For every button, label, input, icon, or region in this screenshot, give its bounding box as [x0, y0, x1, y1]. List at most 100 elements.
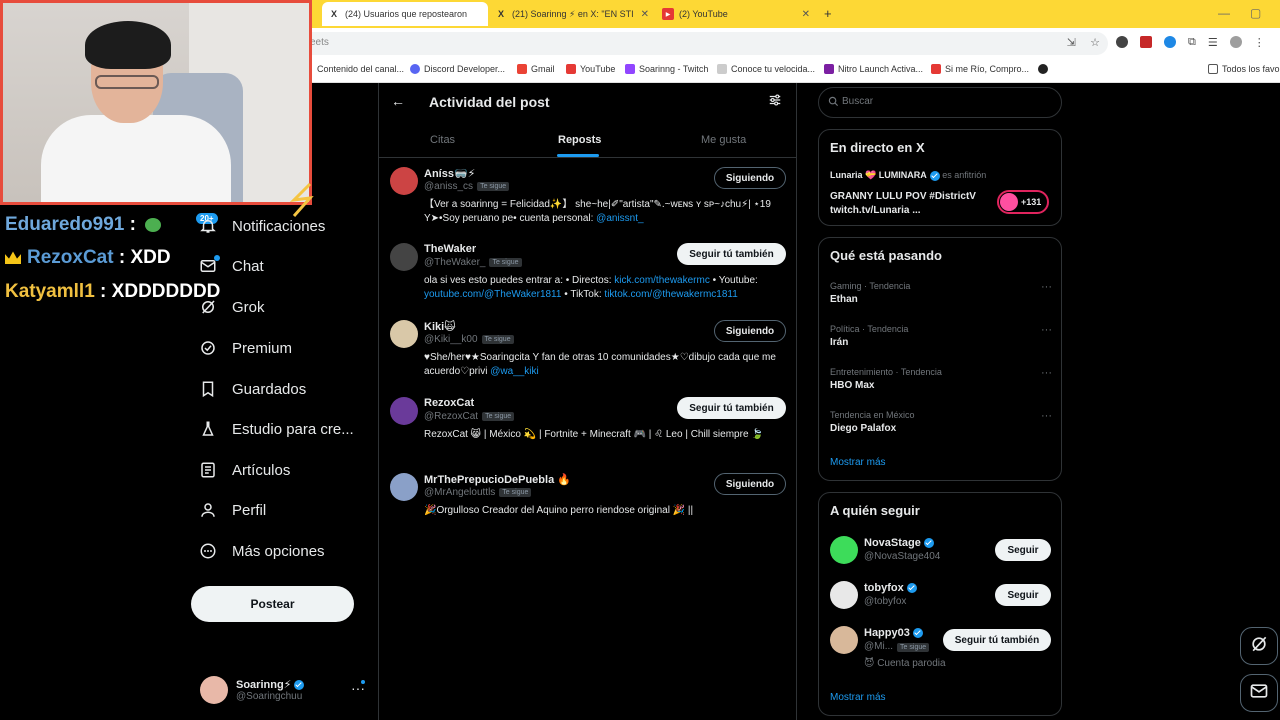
- nav-chat[interactable]: Chat: [198, 251, 264, 281]
- follow-button[interactable]: Seguir tú también: [943, 629, 1051, 651]
- user-name[interactable]: TheWaker: [424, 243, 476, 255]
- avatar[interactable]: [390, 397, 418, 425]
- trend-item[interactable]: Entretenimiento · Tendencia HBO Max ···: [830, 367, 1052, 391]
- post-button[interactable]: Postear: [191, 586, 354, 622]
- profile-avatar-icon[interactable]: [1229, 36, 1242, 48]
- bookmark-item[interactable]: Conoce tu velocida...: [717, 64, 815, 74]
- bookmark-item[interactable]: Gmail: [517, 64, 555, 74]
- browser-tab-youtube[interactable]: ▶ (2) YouTube ✕: [656, 2, 816, 26]
- nav-grok[interactable]: Grok: [198, 292, 265, 322]
- trend-item[interactable]: Gaming · Tendencia Ethan ···: [830, 281, 1052, 305]
- star-icon[interactable]: ☆: [1090, 36, 1100, 49]
- suggested-account[interactable]: NovaStage @NovaStage404 Seguir: [830, 536, 1052, 570]
- bio-link[interactable]: kick.com/thewakermc: [614, 275, 710, 286]
- nav-mas-opciones[interactable]: Más opciones: [198, 536, 325, 566]
- all-bookmarks[interactable]: Todos los favor: [1208, 64, 1280, 74]
- bookmark-item[interactable]: Soarinng - Twitch: [625, 64, 708, 74]
- nav-notificaciones[interactable]: Notificaciones: [198, 211, 325, 241]
- more-icon[interactable]: ···: [1041, 410, 1052, 422]
- tab-citas[interactable]: Citas: [430, 134, 455, 146]
- tab-reposts[interactable]: Reposts: [558, 134, 601, 146]
- bookmark-item[interactable]: Contenido del canal...: [317, 64, 404, 74]
- bookmark-item[interactable]: Discord Developer...: [410, 64, 505, 74]
- avatar[interactable]: [830, 626, 858, 654]
- bookmark-item[interactable]: Si me Río, Compro...: [931, 64, 1029, 74]
- account-switcher[interactable]: Soarinng⚡ @Soaringchuu: [200, 672, 305, 708]
- more-icon[interactable]: ···: [1041, 281, 1052, 293]
- follow-button[interactable]: Seguir: [995, 584, 1051, 606]
- bio-link[interactable]: @wa__kiki: [490, 366, 539, 377]
- puzzle-icon[interactable]: ⧉: [1188, 36, 1196, 49]
- avatar[interactable]: [390, 473, 418, 501]
- avatar[interactable]: [830, 581, 858, 609]
- nav-perfil[interactable]: Perfil: [198, 495, 266, 525]
- stream-title[interactable]: GRANNY LULU POV #DistrictV twitch.tv/Lun…: [830, 190, 990, 218]
- following-button[interactable]: Siguiendo: [714, 167, 786, 189]
- more-icon[interactable]: ···: [1041, 324, 1052, 336]
- bio-text: ♥She/her♥★Soaringcita Y fan de otras 10 …: [424, 352, 776, 377]
- follows-you-badge: Te sigue: [477, 181, 510, 191]
- user-name[interactable]: RezoxCat: [424, 397, 474, 409]
- name-text: tobyfox: [864, 582, 904, 594]
- trend-item[interactable]: Tendencia en México Diego Palafox ···: [830, 410, 1052, 434]
- more-icon[interactable]: ···: [1041, 367, 1052, 379]
- menu-icon[interactable]: ⋮: [1254, 36, 1265, 49]
- bio-link[interactable]: youtube.com/@TheWaker1811: [424, 289, 561, 300]
- grok-icon: [198, 297, 218, 317]
- host-role: es anfitrión: [939, 170, 987, 180]
- media-icon[interactable]: ☰: [1208, 36, 1218, 49]
- bookmark-item[interactable]: Nitro Launch Activa...: [824, 64, 923, 74]
- follow-back-button[interactable]: Seguir tú también: [677, 397, 786, 419]
- verified-icon: [294, 680, 305, 691]
- extension-icon[interactable]: [1164, 36, 1176, 48]
- bookmark-item[interactable]: [1038, 64, 1052, 74]
- avatar[interactable]: [830, 536, 858, 564]
- nav-estudio[interactable]: Estudio para cre...: [198, 414, 354, 444]
- install-app-icon[interactable]: ⇲: [1067, 36, 1076, 49]
- nitro-icon: [824, 64, 834, 74]
- extension-icon[interactable]: [1140, 36, 1152, 48]
- bio-text: RezoxCat 😸 | México 💫 | Fortnite + Minec…: [424, 429, 764, 440]
- trend-item[interactable]: Política · Tendencia Irán ···: [830, 324, 1052, 348]
- follow-button[interactable]: Seguir: [995, 539, 1051, 561]
- browser-tab-reposts[interactable]: X (24) Usuarios que repostearon: [322, 2, 488, 26]
- grok-float-button[interactable]: [1240, 627, 1278, 665]
- live-listeners-pill[interactable]: +131: [997, 190, 1049, 214]
- follow-back-button[interactable]: Seguir tú también: [677, 243, 786, 265]
- bio-link[interactable]: tiktok.com/@thewakermc1811: [604, 289, 737, 300]
- live-host[interactable]: Lunaria 💝 LUMINARA es anfitrión: [830, 170, 986, 181]
- minimize-icon[interactable]: —: [1218, 6, 1230, 20]
- messages-float-button[interactable]: [1240, 674, 1278, 712]
- back-arrow-icon[interactable]: ←: [391, 93, 405, 109]
- search-input[interactable]: Buscar: [818, 87, 1062, 118]
- who-to-follow-show-more[interactable]: Mostrar más: [830, 692, 886, 703]
- bio-link[interactable]: @anissnt_: [596, 213, 643, 224]
- suggested-account[interactable]: tobyfox @tobyfox Seguir: [830, 581, 1052, 615]
- user-name[interactable]: Kiki🙀: [424, 320, 456, 333]
- following-button[interactable]: Siguiendo: [714, 320, 786, 342]
- nav-guardados[interactable]: Guardados: [198, 374, 306, 404]
- nav-premium[interactable]: Premium: [198, 333, 292, 363]
- bookmark-item[interactable]: YouTube: [566, 64, 615, 74]
- avatar[interactable]: [390, 243, 418, 271]
- close-icon[interactable]: ✕: [635, 9, 649, 20]
- following-button[interactable]: Siguiendo: [714, 473, 786, 495]
- nav-articulos[interactable]: Artículos: [198, 455, 290, 485]
- url-input[interactable]: eets: [300, 32, 1108, 55]
- avatar[interactable]: [390, 167, 418, 195]
- browser-tab-post[interactable]: X (21) Soarinng ⚡ en X: "EN STI ✕: [489, 2, 655, 26]
- extension-icon[interactable]: [1116, 36, 1128, 48]
- x-logo-icon: X: [330, 9, 337, 19]
- new-tab-button[interactable]: +: [824, 6, 832, 21]
- close-icon[interactable]: ✕: [796, 9, 810, 20]
- suggested-account[interactable]: Happy03 @Mi... Te sigue 😈 Cuenta parodia Seg…: [830, 626, 1052, 669]
- sliders-icon[interactable]: [768, 93, 782, 110]
- tab-me-gusta[interactable]: Me gusta: [701, 134, 746, 146]
- grok-icon: [1249, 634, 1269, 659]
- user-name[interactable]: MrThePrepucioDePuebla 🔥: [424, 473, 571, 486]
- user-name[interactable]: Aníss🥽⚡: [424, 167, 475, 180]
- maximize-icon[interactable]: ▢: [1250, 6, 1261, 20]
- trends-show-more[interactable]: Mostrar más: [830, 457, 886, 468]
- handle-text: @TheWaker_: [424, 257, 486, 268]
- avatar[interactable]: [390, 320, 418, 348]
